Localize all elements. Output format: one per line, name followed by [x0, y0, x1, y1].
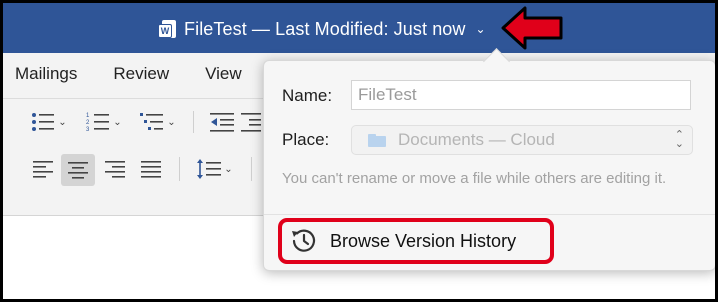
name-label: Name: — [282, 86, 333, 105]
chevron-down-icon[interactable]: ⌄ — [113, 117, 121, 128]
chevron-down-icon[interactable]: ⌄ — [476, 22, 486, 36]
decrease-indent-icon — [210, 113, 234, 132]
word-badge: W — [158, 24, 172, 38]
name-field[interactable] — [351, 80, 691, 110]
bullets-button[interactable]: ⌄ — [27, 110, 71, 134]
numbered-list-icon: 1 2 3 — [86, 113, 110, 133]
svg-text:3: 3 — [86, 127, 90, 133]
increase-indent-button[interactable] — [239, 110, 263, 134]
ribbon-tabs: Mailings Review View — [15, 64, 278, 84]
document-title: FileTest — Last Modified: Just now — [184, 18, 466, 39]
place-value: Documents — Cloud — [398, 130, 555, 149]
toolbar-separator — [193, 111, 194, 133]
annotation-arrow-icon — [501, 6, 563, 50]
multilevel-list-button[interactable]: ⌄ — [135, 110, 181, 134]
browse-version-history-label: Browse Version History — [330, 230, 517, 251]
popover-divider — [264, 214, 715, 215]
line-spacing-icon — [197, 159, 222, 179]
decrease-indent-button[interactable] — [207, 110, 237, 134]
numbering-button[interactable]: 1 2 3 ⌄ — [81, 110, 127, 134]
toolbar-separator — [179, 157, 180, 181]
place-select[interactable]: Documents — Cloud ⌃ ⌄ — [351, 125, 693, 155]
title-bar: W FileTest — Last Modified: Just now ⌄ — [3, 3, 715, 53]
edit-restriction-note: You can't rename or move a file while ot… — [282, 170, 667, 187]
increase-indent-icon — [241, 113, 261, 132]
svg-text:1: 1 — [86, 113, 90, 119]
chevron-down-icon[interactable]: ⌄ — [167, 117, 175, 128]
place-label: Place: — [282, 130, 330, 149]
word-doc-icon: W — [158, 19, 176, 39]
align-left-icon — [33, 161, 53, 178]
align-right-icon — [105, 161, 125, 178]
align-center-icon — [68, 162, 88, 179]
app-window: W FileTest — Last Modified: Just now ⌄ M… — [3, 3, 715, 299]
bullet-list-icon — [32, 113, 55, 131]
align-right-button[interactable] — [101, 155, 129, 183]
tab-review[interactable]: Review — [113, 64, 169, 84]
history-icon — [292, 229, 316, 252]
title-popover: Name: Place: Documents — Cloud ⌃⌄ You ca… — [263, 48, 715, 271]
justify-button[interactable] — [137, 155, 165, 183]
tab-mailings[interactable]: Mailings — [15, 64, 77, 84]
line-spacing-button[interactable]: ⌄ — [191, 155, 239, 183]
toolbar-separator — [251, 157, 252, 181]
updown-chevron-icon: ⌃ ⌄ — [674, 129, 684, 150]
justify-icon — [141, 161, 161, 178]
align-left-button[interactable] — [29, 155, 57, 183]
document-title-button[interactable]: W FileTest — Last Modified: Just now ⌄ — [158, 16, 486, 42]
tab-view[interactable]: View — [205, 64, 242, 84]
chevron-down-icon[interactable]: ⌄ — [58, 117, 66, 128]
multilevel-list-icon — [140, 113, 164, 130]
svg-text:2: 2 — [86, 120, 90, 126]
chevron-down-icon[interactable]: ⌄ — [224, 164, 232, 175]
browse-version-history-button[interactable]: Browse Version History — [278, 218, 554, 264]
folder-icon — [368, 133, 386, 147]
align-center-button[interactable] — [61, 154, 95, 186]
